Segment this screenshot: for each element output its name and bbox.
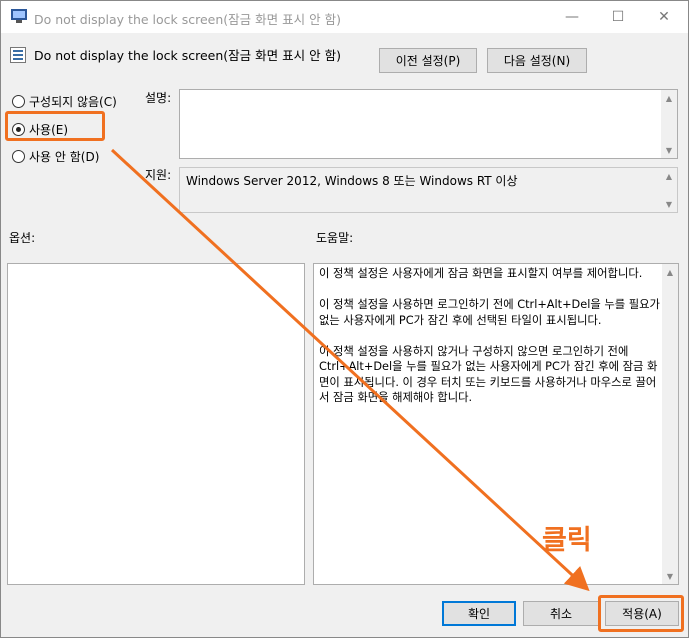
scroll-up-icon[interactable]: ▲ bbox=[661, 90, 677, 106]
help-text: 이 정책 설정은 사용자에게 잠금 화면을 표시할지 여부를 제어합니다. 이 … bbox=[319, 266, 663, 421]
policy-name: Do not display the lock screen(잠금 화면 표시 … bbox=[34, 48, 341, 63]
policy-icon bbox=[11, 9, 27, 23]
window-title: Do not display the lock screen(잠금 화면 표시 … bbox=[34, 12, 341, 27]
scroll-down-icon[interactable]: ▼ bbox=[662, 568, 678, 584]
policy-setting-icon bbox=[10, 47, 26, 63]
radio-not-configured[interactable]: 구성되지 않음(C) bbox=[12, 93, 117, 109]
comment-scrollbar[interactable]: ▲ ▼ bbox=[661, 90, 677, 158]
radio-not-configured-label: 구성되지 않음(C) bbox=[29, 94, 117, 109]
apply-highlight-box bbox=[598, 595, 684, 632]
scroll-down-icon[interactable]: ▼ bbox=[661, 142, 677, 158]
title-bar[interactable]: Do not display the lock screen(잠금 화면 표시 … bbox=[1, 1, 688, 33]
scroll-down-icon[interactable]: ▼ bbox=[661, 196, 677, 212]
help-panel: 이 정책 설정은 사용자에게 잠금 화면을 표시할지 여부를 제어합니다. 이 … bbox=[313, 263, 679, 585]
radio-not-configured-indicator bbox=[12, 94, 25, 108]
help-label: 도움말: bbox=[316, 231, 354, 245]
enabled-highlight-box bbox=[5, 111, 105, 141]
options-label: 옵션: bbox=[9, 231, 36, 245]
previous-setting-button[interactable]: 이전 설정(P) bbox=[379, 48, 477, 73]
supported-on-text: Windows Server 2012, Windows 8 또는 Window… bbox=[186, 174, 518, 188]
scroll-up-icon[interactable]: ▲ bbox=[662, 264, 678, 280]
minimize-button[interactable]: — bbox=[549, 1, 595, 33]
radio-disabled[interactable]: 사용 안 함(D) bbox=[12, 148, 99, 164]
close-button[interactable]: ✕ bbox=[641, 1, 687, 33]
help-paragraph: 이 정책 설정을 사용하지 않거나 구성하지 않으면 로그인하기 전에 Ctrl… bbox=[319, 344, 658, 405]
help-scrollbar[interactable]: ▲ ▼ bbox=[662, 264, 678, 584]
click-annotation-text: 클릭 bbox=[542, 525, 592, 556]
scroll-up-icon[interactable]: ▲ bbox=[661, 168, 677, 184]
help-paragraph: 이 정책 설정을 사용하면 로그인하기 전에 Ctrl+Alt+Del을 누를 … bbox=[319, 298, 660, 327]
help-paragraph: 이 정책 설정은 사용자에게 잠금 화면을 표시할지 여부를 제어합니다. bbox=[319, 267, 643, 280]
supported-scrollbar[interactable]: ▲ ▼ bbox=[661, 168, 677, 212]
comment-textbox[interactable]: ▲ ▼ bbox=[179, 89, 678, 159]
radio-disabled-label: 사용 안 함(D) bbox=[29, 149, 100, 164]
next-setting-button[interactable]: 다음 설정(N) bbox=[487, 48, 587, 73]
description-label: 설명: bbox=[145, 91, 172, 105]
supported-on-box: Windows Server 2012, Windows 8 또는 Window… bbox=[179, 167, 678, 213]
maximize-button[interactable]: ☐ bbox=[595, 1, 641, 33]
options-panel bbox=[7, 263, 305, 585]
supported-label: 지원: bbox=[145, 168, 172, 182]
radio-disabled-indicator bbox=[12, 149, 25, 163]
cancel-button[interactable]: 취소 bbox=[523, 601, 599, 626]
ok-button[interactable]: 확인 bbox=[442, 601, 516, 626]
